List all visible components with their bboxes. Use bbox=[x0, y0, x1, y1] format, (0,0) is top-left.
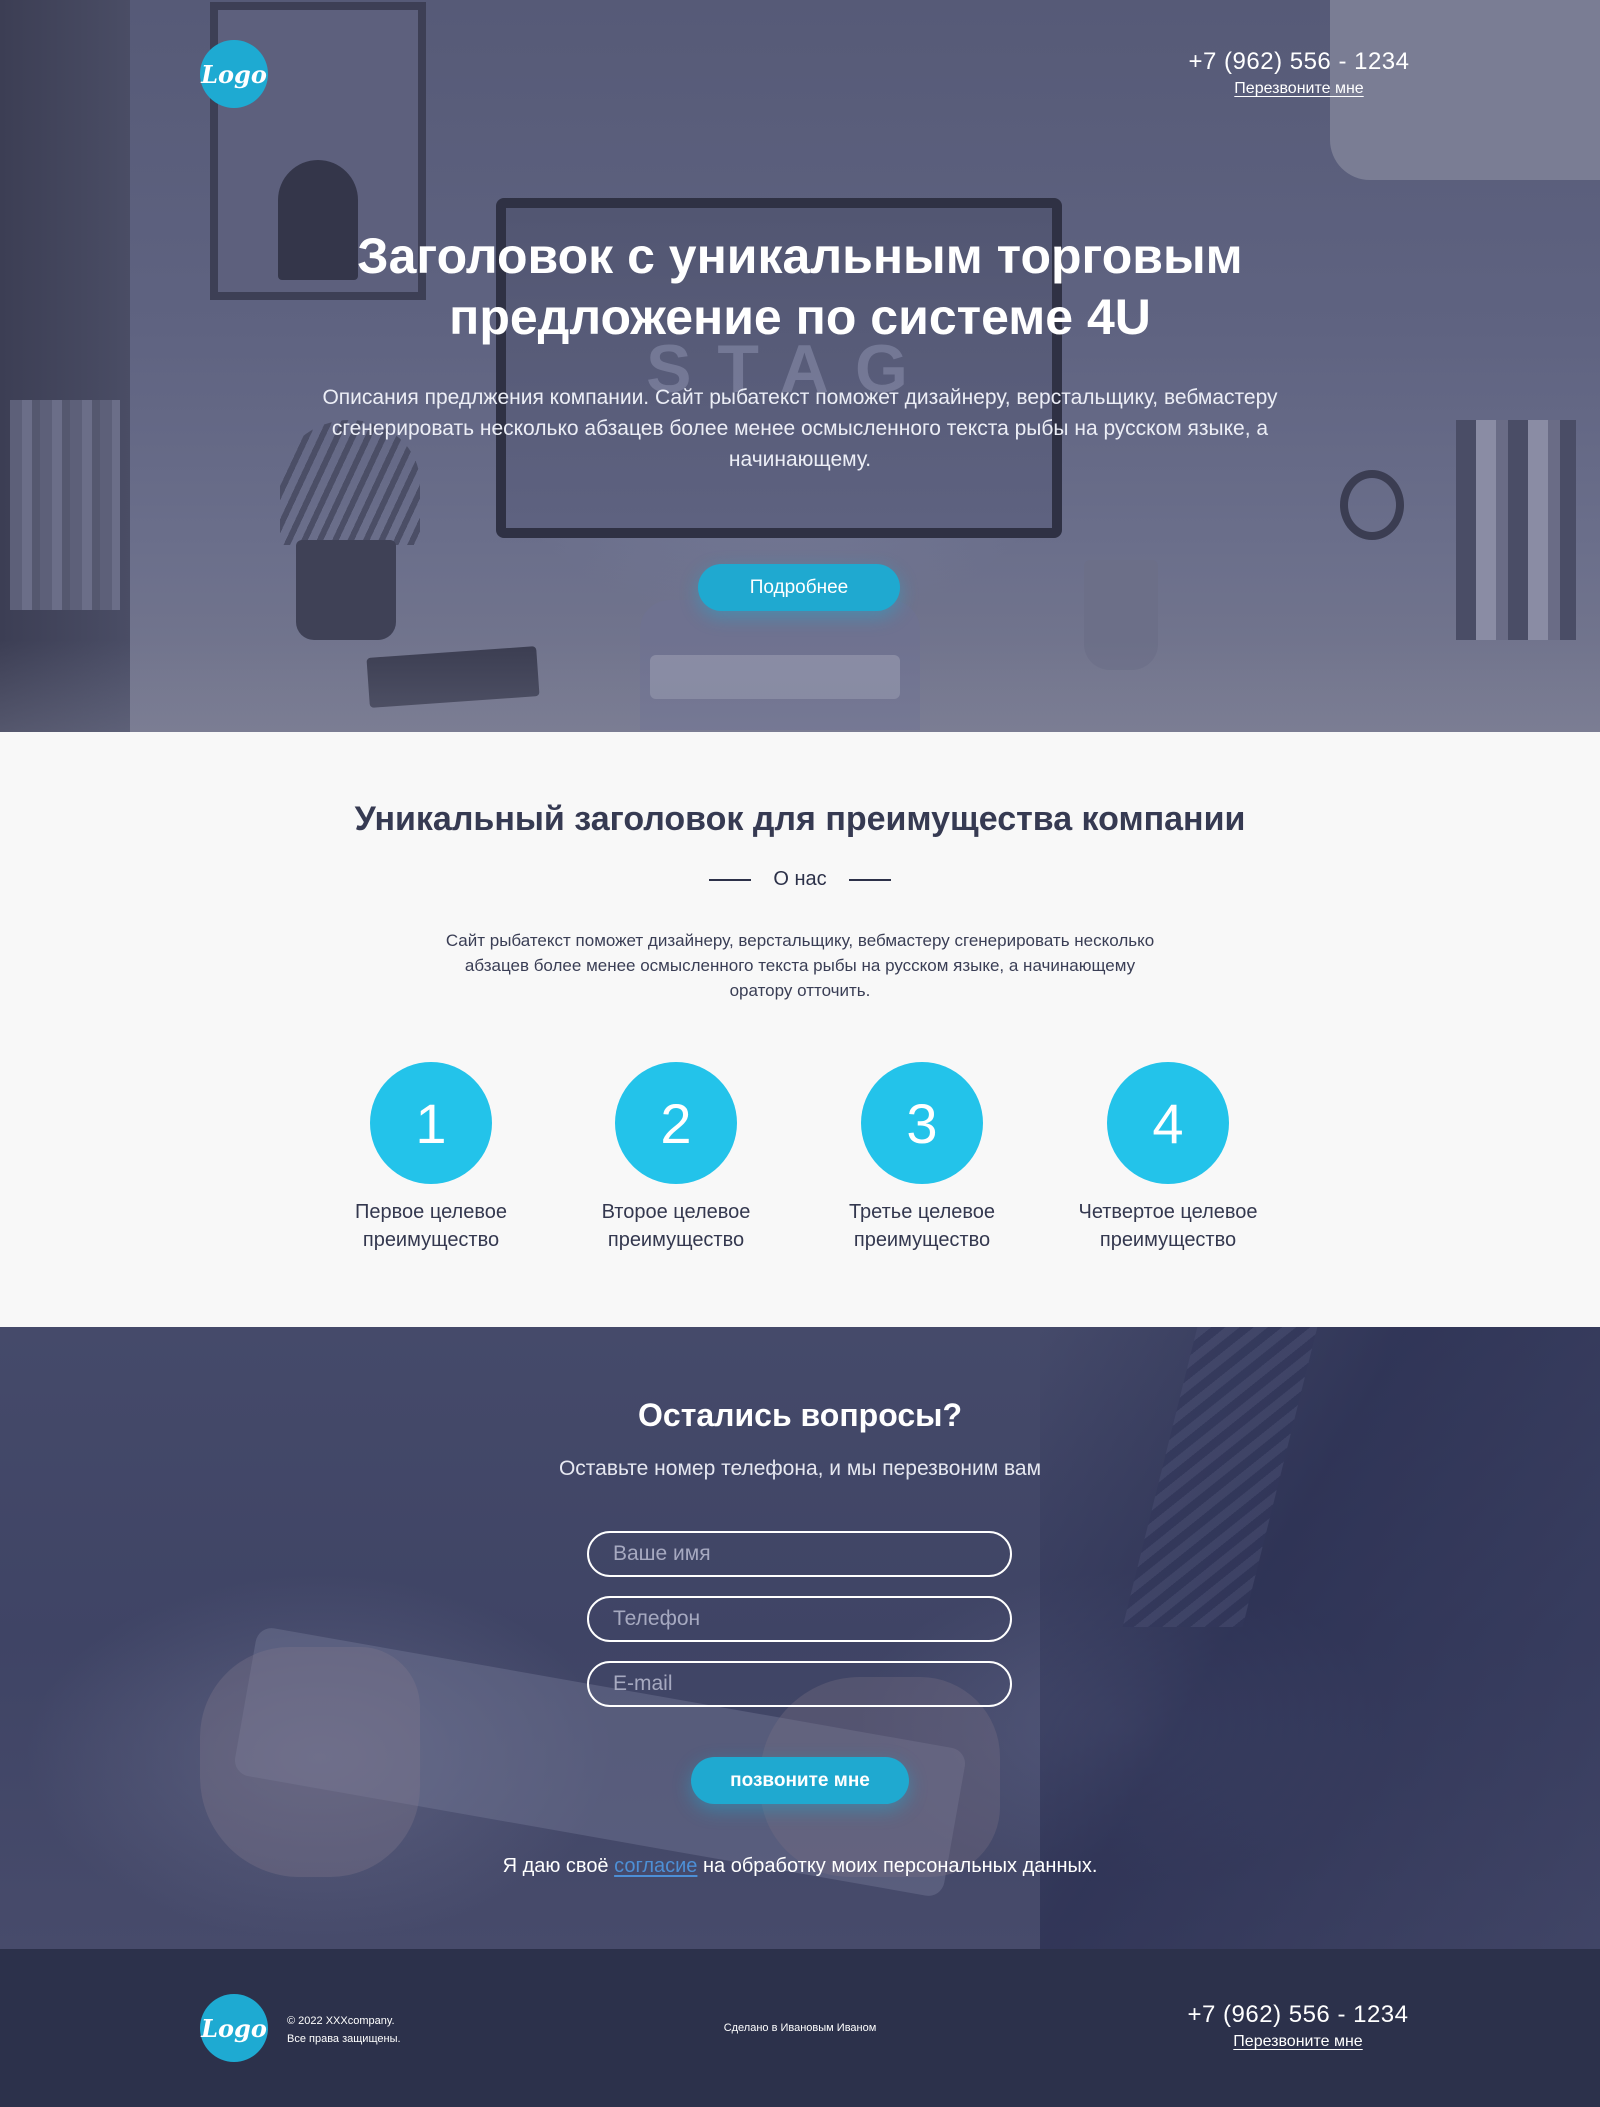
benefit-label: Первое целевое преимущество bbox=[321, 1198, 541, 1254]
background-scissors bbox=[1340, 470, 1404, 540]
background-bookshelf bbox=[0, 0, 130, 732]
form-subtitle: Оставьте номер телефона, и мы перезвоним… bbox=[558, 1457, 1042, 1480]
benefit-label-line-2: преимущество bbox=[853, 1229, 991, 1251]
email-input[interactable] bbox=[587, 1661, 1012, 1707]
phone-input[interactable] bbox=[587, 1596, 1012, 1642]
benefit-label-line-2: преимущество bbox=[362, 1229, 500, 1251]
hero-description: Описания предлжения компании. Сайт рыбат… bbox=[322, 386, 1278, 471]
benefit-number-circle: 3 bbox=[861, 1062, 983, 1184]
benefit-item: 3 Третье целевое преимущество bbox=[812, 1062, 1032, 1254]
consent-suffix: на обработку моих персональных данных. bbox=[697, 1855, 1098, 1877]
about-subtitle-text: О нас bbox=[773, 868, 827, 890]
about-text: Сайт рыбатекст поможет дизайнеру, верста… bbox=[445, 931, 1155, 1000]
callback-form-section: Остались вопросы? Оставьте номер телефон… bbox=[0, 1327, 1600, 1949]
about-title: Уникальный заголовок для преимущества ко… bbox=[354, 800, 1246, 838]
background-books-left bbox=[10, 400, 120, 610]
benefit-number-circle: 1 bbox=[370, 1062, 492, 1184]
benefit-label-line-1: Четвертое целевое bbox=[1078, 1201, 1258, 1223]
footer-copyright: © 2022 XXXcompany. Все права защищены. bbox=[287, 2012, 401, 2048]
copyright-line-2: Все права защищены. bbox=[287, 2033, 401, 2045]
footer: Logo © 2022 XXXcompany. Все права защище… bbox=[0, 1949, 1600, 2107]
header-logo[interactable]: Logo bbox=[200, 40, 268, 108]
subtitle-divider-right bbox=[848, 878, 891, 881]
header-phone[interactable]: +7 (962) 556 - 1234 bbox=[1184, 48, 1414, 76]
name-input[interactable] bbox=[587, 1531, 1012, 1577]
background-plant-pot bbox=[296, 540, 396, 640]
benefit-label-line-2: преимущество bbox=[607, 1229, 745, 1251]
benefit-label-line-2: преимущество bbox=[1099, 1229, 1237, 1251]
subtitle-divider-left bbox=[709, 878, 752, 881]
benefit-label-line-1: Первое целевое bbox=[355, 1201, 507, 1223]
background-hand-left bbox=[200, 1647, 420, 1877]
benefit-item: 1 Первое целевое преимущество bbox=[321, 1062, 541, 1254]
benefit-label: Четвертое целевое преимущество bbox=[1058, 1198, 1278, 1254]
hero-more-button[interactable]: Подробнее bbox=[698, 564, 900, 611]
benefit-item: 2 Второе целевое преимущество bbox=[566, 1062, 786, 1254]
form-title: Остались вопросы? bbox=[638, 1397, 962, 1433]
background-books-right bbox=[1456, 420, 1576, 640]
consent-link[interactable]: согласие bbox=[614, 1855, 697, 1877]
about-subtitle: О нас bbox=[700, 868, 900, 891]
benefit-item: 4 Четвертое целевое преимущество bbox=[1058, 1062, 1278, 1254]
copyright-line-1: © 2022 XXXcompany. bbox=[287, 2015, 395, 2027]
footer-made-by: Сделано в Ивановым Иваном bbox=[723, 2022, 877, 2034]
header-callback-link[interactable]: Перезвоните мне bbox=[1234, 80, 1363, 98]
hero-section: STAG Logo +7 (962) 556 - 1234 Перезвонит… bbox=[0, 0, 1600, 732]
footer-callback-link[interactable]: Перезвоните мне bbox=[1233, 2033, 1362, 2051]
benefit-label-line-1: Второе целевое bbox=[601, 1201, 751, 1223]
benefit-number-circle: 4 bbox=[1107, 1062, 1229, 1184]
benefit-label-line-1: Третье целевое bbox=[848, 1201, 996, 1223]
footer-contact: +7 (962) 556 - 1234 Перезвоните мне bbox=[1183, 2001, 1413, 2051]
consent-text: Я даю своё согласие на обработку моих пе… bbox=[200, 1855, 1400, 1878]
benefit-label: Третье целевое преимущество bbox=[812, 1198, 1032, 1254]
footer-logo[interactable]: Logo bbox=[200, 1994, 268, 2062]
hero-title: Заголовок с уникальным торговым предложе… bbox=[200, 226, 1400, 348]
footer-phone[interactable]: +7 (962) 556 - 1234 bbox=[1183, 2001, 1413, 2029]
benefit-label: Второе целевое преимущество bbox=[566, 1198, 786, 1254]
background-desk bbox=[0, 640, 1600, 732]
hero-title-line-2: предложение по системе 4U bbox=[449, 289, 1151, 345]
header-contact: +7 (962) 556 - 1234 Перезвоните мне bbox=[1184, 48, 1414, 98]
about-section: Уникальный заголовок для преимущества ко… bbox=[0, 732, 1600, 1327]
benefit-number-circle: 2 bbox=[615, 1062, 737, 1184]
consent-prefix: Я даю своё bbox=[502, 1855, 615, 1877]
call-me-button[interactable]: позвоните мне bbox=[691, 1757, 909, 1804]
hero-title-line-1: Заголовок с уникальным торговым bbox=[357, 228, 1243, 284]
